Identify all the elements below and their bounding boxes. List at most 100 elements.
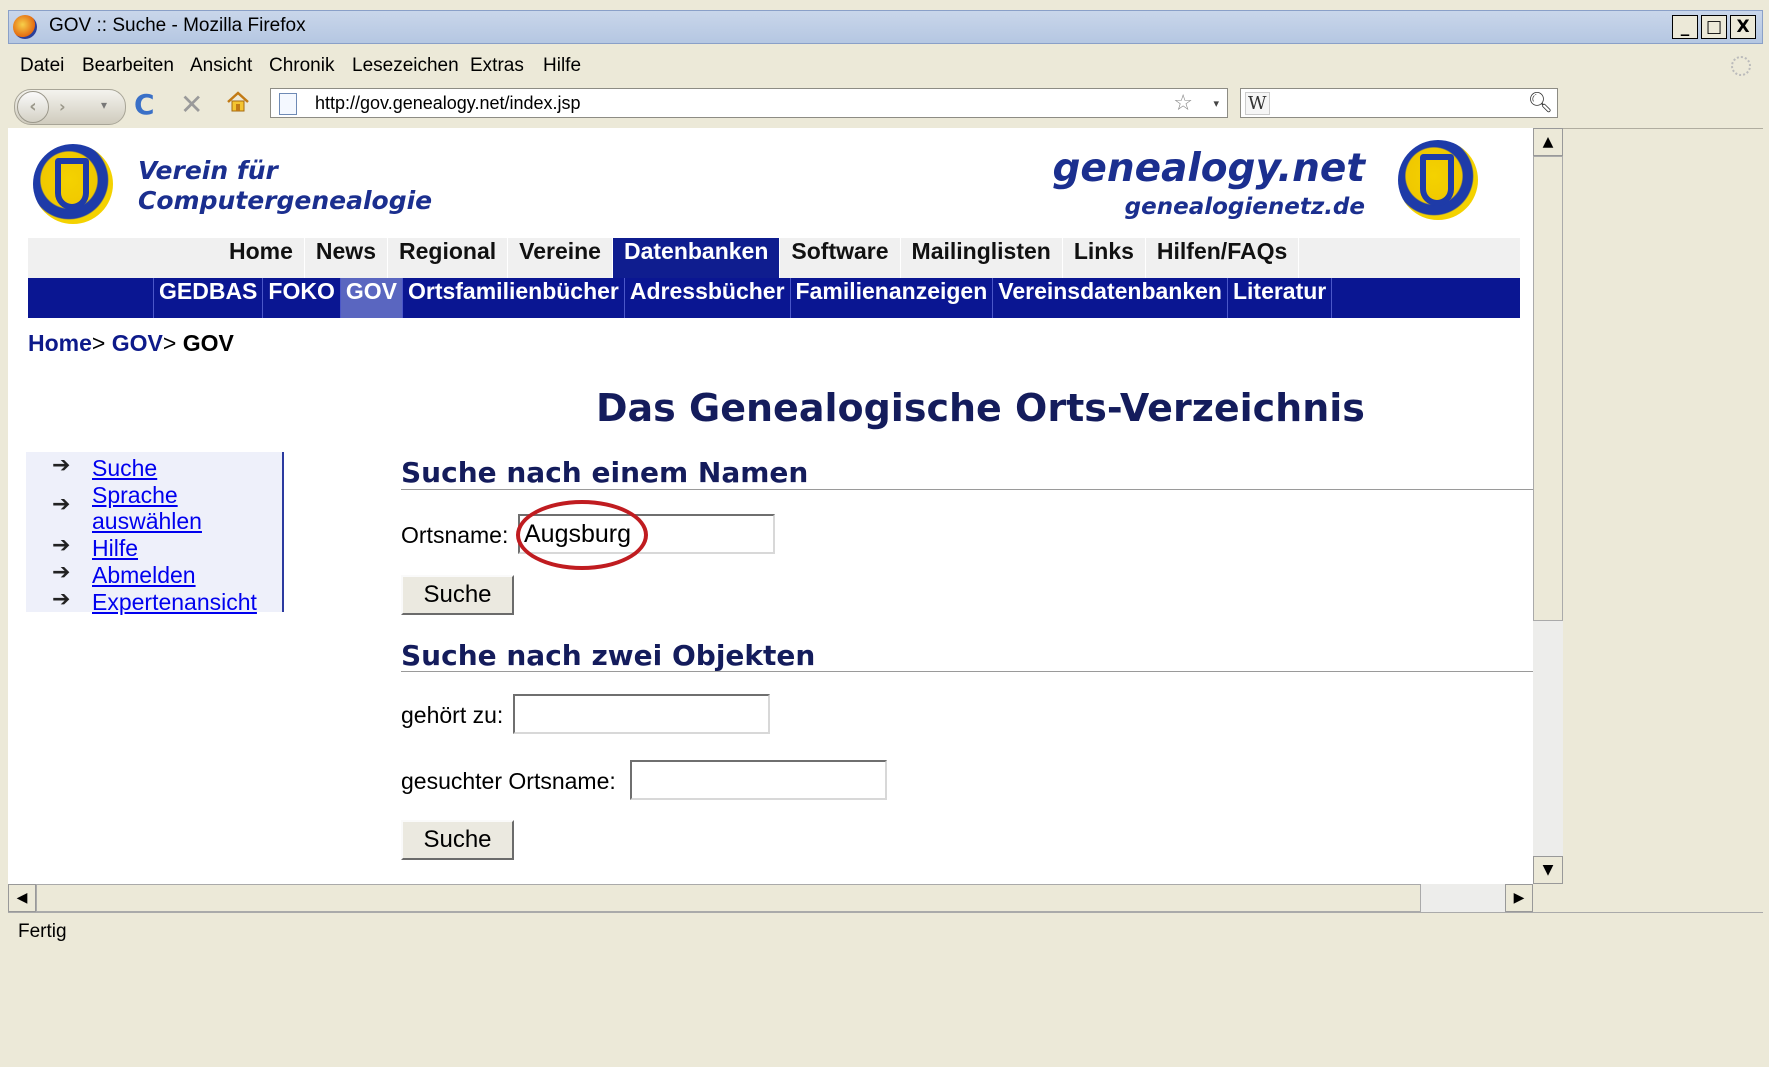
url-text[interactable]: http://gov.genealogy.net/index.jsp — [315, 93, 581, 114]
history-dropdown-icon[interactable]: ▾ — [101, 98, 107, 112]
close-button[interactable]: X — [1730, 15, 1756, 39]
search-name-button[interactable]: Suche — [401, 575, 514, 615]
breadcrumb-gov[interactable]: GOV — [112, 330, 163, 356]
maximize-button[interactable]: □ — [1701, 15, 1727, 39]
menu-extras[interactable]: Extras — [470, 55, 524, 77]
nav-hilfen-faqs[interactable]: Hilfen/FAQs — [1146, 238, 1300, 278]
sidebar-menu: ➔ Suche ➔ Sprache auswählen ➔ Hilfe ➔ Ab… — [26, 452, 284, 615]
subnav-ortsfamilienbuecher[interactable]: Ortsfamilienbücher — [401, 278, 624, 318]
highlight-circle — [516, 500, 648, 570]
subnav-foko[interactable]: FOKO — [262, 278, 339, 318]
breadcrumb: Home> GOV> GOV — [28, 330, 234, 357]
page-icon — [279, 93, 297, 115]
search-objects-button[interactable]: Suche — [401, 820, 514, 860]
section-divider — [401, 489, 1533, 490]
vfc-name: Verein für Computergenealogie — [138, 156, 432, 216]
breadcrumb-current: GOV — [182, 330, 234, 356]
scroll-corner — [1533, 884, 1563, 912]
browser-window: GOV :: Suche - Mozilla Firefox _ □ X Dat… — [0, 0, 1769, 1067]
sidebar-link-expertenansicht[interactable]: Expertenansicht — [92, 589, 257, 616]
home-icon[interactable] — [226, 90, 250, 114]
subnav-adressbuecher[interactable]: Adressbücher — [623, 278, 790, 318]
status-text: Fertig — [18, 921, 67, 942]
menu-chronik[interactable]: Chronik — [269, 55, 334, 77]
scroll-left-icon[interactable]: ◀ — [8, 884, 36, 912]
back-forward-group: ‹ › ▾ — [14, 89, 126, 125]
title-bar: GOV :: Suche - Mozilla Firefox _ □ X — [8, 10, 1763, 44]
arrow-right-icon: ➔ — [52, 587, 71, 612]
gesuchter-ortsname-input[interactable] — [630, 760, 887, 800]
throbber-icon — [1731, 56, 1751, 76]
gesuchter-ortsname-label: gesuchter Ortsname: — [401, 768, 616, 794]
nav-software[interactable]: Software — [780, 238, 901, 278]
vertical-scrollbar[interactable]: ▲ ▼ — [1533, 128, 1563, 884]
status-bar: Fertig — [8, 912, 1763, 947]
page-content: Verein für Computergenealogie genealogy.… — [8, 128, 1533, 884]
arrow-right-icon: ➔ — [52, 533, 71, 558]
horizontal-scroll-thumb[interactable] — [36, 884, 1421, 912]
sidebar-link-sprache[interactable]: Sprache — [92, 482, 178, 509]
breadcrumb-separator: > — [162, 330, 177, 356]
genealogy-net-title: genealogy.net — [1052, 146, 1366, 191]
nav-vereine[interactable]: Vereine — [508, 238, 613, 278]
subnav-vereinsdatenbanken[interactable]: Vereinsdatenbanken — [992, 278, 1227, 318]
sidebar-link-abmelden[interactable]: Abmelden — [92, 562, 196, 589]
nav-datenbanken[interactable]: Datenbanken — [612, 238, 781, 278]
firefox-icon — [13, 15, 37, 39]
subnav-familienanzeigen[interactable]: Familienanzeigen — [789, 278, 993, 318]
gehoert-zu-label: gehört zu: — [401, 702, 504, 728]
breadcrumb-home[interactable]: Home — [28, 330, 92, 356]
vfc-name-line1: Verein für — [138, 156, 278, 185]
horizontal-scrollbar[interactable]: ◀ ▶ — [8, 884, 1533, 912]
sub-nav: GEDBAS FOKO GOV Ortsfamilienbücher Adres… — [28, 278, 1520, 318]
section-heading-name-search: Suche nach einem Namen — [401, 456, 809, 489]
scroll-down-icon[interactable]: ▼ — [1533, 856, 1563, 884]
scroll-right-icon[interactable]: ▶ — [1505, 884, 1533, 912]
forward-arrow-icon[interactable]: › — [59, 97, 66, 116]
subnav-gedbas[interactable]: GEDBAS — [153, 278, 262, 318]
section-heading-two-objects: Suche nach zwei Objekten — [401, 639, 816, 672]
arrow-right-icon: ➔ — [52, 560, 71, 585]
sidebar-link-hilfe[interactable]: Hilfe — [92, 535, 138, 562]
menu-hilfe[interactable]: Hilfe — [543, 55, 581, 77]
sidebar-link-suche[interactable]: Suche — [92, 455, 157, 482]
menu-datei[interactable]: Datei — [20, 55, 64, 77]
vfc-logo — [33, 144, 113, 224]
search-icon[interactable]: 🔍︎ — [1528, 90, 1553, 114]
breadcrumb-separator: > — [91, 330, 106, 356]
reload-icon[interactable]: C — [134, 88, 155, 121]
vertical-scroll-thumb[interactable] — [1533, 156, 1563, 621]
nav-links[interactable]: Links — [1063, 238, 1146, 278]
stop-icon[interactable]: ✕ — [180, 88, 203, 121]
nav-home[interactable]: Home — [218, 238, 305, 278]
menu-ansicht[interactable]: Ansicht — [190, 55, 252, 77]
page-title: Das Genealogische Orts-Verzeichnis — [596, 386, 1365, 430]
menu-lesezeichen[interactable]: Lesezeichen — [352, 55, 459, 77]
url-dropdown-icon[interactable]: ▾ — [1213, 97, 1219, 110]
subnav-gov[interactable]: GOV — [339, 278, 402, 318]
genealogienetz-subtitle: genealogienetz.de — [1124, 194, 1365, 220]
menu-bar: Datei Bearbeiten Ansicht Chronik Lesezei… — [8, 44, 1763, 84]
navigation-toolbar: ‹ › ▾ C ✕ http://gov.genealogy.net/index… — [8, 84, 1763, 129]
arrow-right-icon: ➔ — [52, 453, 71, 478]
genealogy-net-logo — [1398, 140, 1478, 220]
url-bar[interactable]: http://gov.genealogy.net/index.jsp ☆ ▾ — [270, 88, 1228, 118]
back-arrow-icon[interactable]: ‹ — [17, 91, 49, 123]
scroll-up-icon[interactable]: ▲ — [1533, 128, 1563, 156]
wikipedia-engine-icon[interactable]: W — [1245, 92, 1270, 115]
ortsname-label: Ortsname: — [401, 522, 509, 548]
search-box[interactable]: W 🔍︎ — [1240, 88, 1558, 118]
section-divider — [401, 671, 1533, 672]
window-title: GOV :: Suche - Mozilla Firefox — [49, 15, 306, 36]
bookmark-star-icon[interactable]: ☆ — [1173, 91, 1193, 116]
arrow-right-icon: ➔ — [52, 492, 71, 517]
nav-mailinglisten[interactable]: Mailinglisten — [901, 238, 1063, 278]
nav-regional[interactable]: Regional — [388, 238, 509, 278]
nav-news[interactable]: News — [305, 238, 388, 278]
gehoert-zu-input[interactable] — [513, 694, 770, 734]
vfc-name-line2: Computergenealogie — [138, 186, 433, 215]
minimize-button[interactable]: _ — [1672, 15, 1698, 39]
menu-bearbeiten[interactable]: Bearbeiten — [82, 55, 174, 77]
sidebar-link-sprache-line2[interactable]: auswählen — [92, 508, 202, 535]
subnav-literatur[interactable]: Literatur — [1226, 278, 1333, 318]
